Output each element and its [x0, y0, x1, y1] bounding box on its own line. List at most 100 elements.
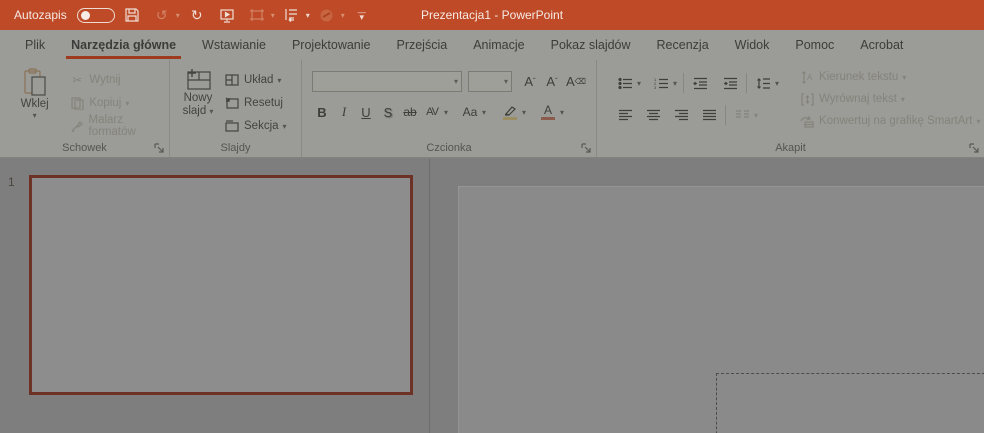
content-area: 1 — [0, 159, 984, 433]
numbering-button[interactable]: 123 — [651, 73, 671, 93]
separator — [746, 73, 748, 93]
quick-access-toolbar: Autozapis ↺ ▾ ↻ ▾ ▾ ▾ — ▾ — [0, 3, 375, 27]
line-spacing-icon — [756, 77, 770, 89]
font-name-chevron-icon[interactable]: ▾ — [454, 77, 458, 86]
line-spacing-button[interactable] — [753, 73, 773, 93]
italic-button[interactable]: I — [334, 102, 354, 122]
align-left-button[interactable] — [615, 105, 635, 125]
smartart-icon — [799, 115, 815, 128]
paste-button[interactable]: Wklej ▾ — [10, 64, 59, 138]
copy-label: Kopiuj — [89, 97, 122, 109]
layout-button[interactable]: Układ ▾ — [224, 70, 287, 90]
line-spacing-chevron-icon[interactable]: ▾ — [775, 79, 779, 88]
redo-icon[interactable]: ↻ — [184, 3, 210, 27]
text-direction-label: Kierunek tekstu — [819, 71, 899, 83]
bullets-chevron-icon[interactable]: ▾ — [637, 79, 641, 88]
ribbon: Wklej ▾ ✂ Wytnij Kopiuj ▾ Malarz formató… — [0, 60, 984, 158]
highlight-chevron-icon[interactable]: ▾ — [522, 108, 526, 117]
undo-chevron-icon: ▾ — [175, 10, 180, 20]
change-case-chevron-icon[interactable]: ▾ — [482, 108, 486, 117]
strikethrough-button[interactable]: ab — [400, 102, 420, 122]
group-label-clipboard: Schowek — [62, 142, 107, 154]
tab-przejscia[interactable]: Przejścia — [383, 32, 460, 60]
text-shadow-button[interactable]: S — [378, 102, 398, 122]
undo-icon: ↺ — [155, 6, 168, 23]
tab-pomoc[interactable]: Pomoc — [782, 32, 847, 60]
list-level-icon[interactable] — [279, 3, 305, 27]
tab-narzedzia-glowne[interactable]: Narzędzia główne — [58, 32, 189, 60]
align-center-button[interactable] — [643, 105, 663, 125]
font-color-chevron-icon[interactable]: ▾ — [560, 108, 564, 117]
tab-wstawianie[interactable]: Wstawianie — [189, 32, 279, 60]
new-slide-label-2: slajd — [182, 105, 207, 117]
list-level-chevron-icon[interactable]: ▾ — [306, 11, 310, 20]
font-size-chevron-icon[interactable]: ▾ — [504, 77, 508, 86]
font-size-combo[interactable]: ▾ — [468, 71, 512, 92]
increase-indent-icon — [723, 77, 737, 89]
bullets-icon — [617, 77, 632, 89]
justify-button[interactable] — [699, 105, 719, 125]
new-slide-button[interactable]: Nowy slajd ▾ — [176, 64, 220, 138]
increase-indent-button[interactable] — [720, 73, 740, 93]
new-slide-chevron-icon[interactable]: ▾ — [209, 107, 213, 116]
toggle-knob — [80, 10, 90, 20]
grow-font-button[interactable]: Aˆ — [520, 72, 540, 92]
slide-canvas[interactable] — [458, 186, 984, 433]
highlight-color-button[interactable] — [500, 102, 520, 122]
tab-animacje[interactable]: Animacje — [460, 32, 537, 60]
slide-1-thumbnail[interactable] — [29, 175, 413, 395]
section-button[interactable]: Sekcja ▾ — [224, 116, 287, 136]
autosave-toggle[interactable] — [76, 7, 115, 23]
align-right-button[interactable] — [671, 105, 691, 125]
columns-icon — [735, 110, 749, 118]
group-clipboard: Wklej ▾ ✂ Wytnij Kopiuj ▾ Malarz formató… — [0, 60, 170, 157]
tab-plik[interactable]: Plik — [12, 32, 58, 60]
text-placeholder[interactable] — [716, 373, 984, 433]
section-chevron-icon[interactable]: ▾ — [283, 122, 287, 131]
start-from-beginning-icon[interactable] — [214, 3, 240, 27]
convert-smartart-button: Konwertuj na grafikę SmartArt ▾ — [799, 111, 980, 131]
layout-label: Układ — [244, 74, 274, 86]
customize-qat-icon[interactable]: — ▾ — [349, 3, 375, 27]
separator — [683, 73, 685, 93]
font-color-button[interactable]: A — [538, 102, 558, 122]
tab-projektowanie[interactable]: Projektowanie — [279, 32, 384, 60]
selection-box-chevron-icon: ▾ — [270, 10, 275, 20]
decrease-indent-button[interactable] — [690, 73, 710, 93]
bold-button[interactable]: B — [312, 102, 332, 122]
change-case-button[interactable]: Aa — [460, 102, 480, 122]
font-name-combo[interactable]: ▾ — [312, 71, 462, 92]
save-icon[interactable] — [119, 3, 145, 27]
tab-acrobat[interactable]: Acrobat — [847, 32, 916, 60]
align-left-icon — [618, 109, 632, 121]
align-text-icon — [799, 92, 815, 106]
reset-button[interactable]: Resetuj — [224, 93, 287, 113]
bullets-button[interactable] — [615, 73, 635, 93]
new-slide-label-1: Nowy — [183, 92, 213, 104]
separator — [725, 105, 726, 125]
layout-chevron-icon[interactable]: ▾ — [277, 76, 281, 85]
tab-pokaz-slajdow[interactable]: Pokaz slajdów — [538, 32, 644, 60]
slide-editor — [430, 159, 984, 433]
char-spacing-button[interactable]: AV — [422, 102, 442, 122]
paste-chevron-icon[interactable]: ▾ — [33, 111, 37, 120]
columns-button — [732, 105, 752, 125]
clipboard-dialog-launcher-icon[interactable] — [154, 143, 165, 154]
underline-button[interactable]: U — [356, 102, 376, 122]
font-color-a: A — [544, 102, 553, 117]
group-label-slides: Slajdy — [220, 142, 251, 154]
paste-label: Wklej — [20, 98, 49, 110]
text-direction-chevron-icon: ▾ — [902, 72, 907, 82]
tab-recenzja[interactable]: Recenzja — [644, 32, 722, 60]
selection-box-icon — [244, 3, 270, 27]
svg-text:3: 3 — [654, 85, 657, 90]
numbering-chevron-icon[interactable]: ▾ — [673, 79, 677, 88]
tab-widok[interactable]: Widok — [722, 32, 783, 60]
char-spacing-chevron-icon[interactable]: ▾ — [444, 108, 448, 117]
group-slides: Nowy slajd ▾ Układ ▾ Resetuj Sekcja ▾ Sl… — [170, 60, 302, 157]
format-painter-button: Malarz formatów — [69, 114, 169, 138]
shrink-font-button[interactable]: Aˇ — [542, 72, 562, 92]
clear-formatting-button[interactable]: A ⌫ — [564, 72, 588, 92]
font-dialog-launcher-icon[interactable] — [581, 143, 592, 154]
paragraph-dialog-launcher-icon[interactable] — [969, 143, 980, 154]
